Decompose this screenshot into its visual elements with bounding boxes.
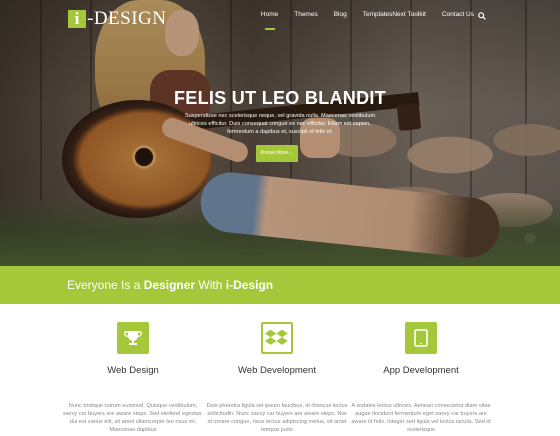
tablet-icon[interactable] bbox=[405, 322, 437, 354]
service-title: Web Design bbox=[107, 365, 159, 376]
site-logo[interactable]: i -DESIGN bbox=[68, 8, 167, 30]
service-web-design: Web Design Nunc tristique rutrum euismod… bbox=[58, 322, 208, 434]
search-icon[interactable] bbox=[478, 12, 486, 20]
tagline-text: Everyone Is a Designer With i-Design bbox=[67, 278, 273, 292]
tagline-plain: Everyone Is a bbox=[67, 278, 144, 292]
tagline-bold-designer: Designer bbox=[143, 278, 196, 292]
know-more-button[interactable]: Know More... bbox=[256, 145, 298, 162]
service-text: A sodales lectus ultrices. Aenean consec… bbox=[351, 403, 491, 433]
nav-item-themes[interactable]: Themes bbox=[286, 11, 325, 18]
service-title: Web Development bbox=[238, 365, 316, 376]
nav-item-toolkit[interactable]: TemplatesNext Toolkit bbox=[355, 11, 434, 18]
logo-text: -DESIGN bbox=[87, 8, 167, 29]
service-title: App Development bbox=[383, 365, 459, 376]
logo-mark: i bbox=[68, 10, 86, 28]
services-section: Web Design Nunc tristique rutrum euismod… bbox=[0, 304, 560, 436]
hero-text: Suspendisse nec scelerisque neque, vel g… bbox=[184, 113, 376, 135]
nav-item-home[interactable]: Home bbox=[253, 11, 286, 30]
service-text: Nunc tristique rutrum euismod. Quisque v… bbox=[62, 403, 204, 433]
tagline-bold-brand: i-Design bbox=[225, 278, 274, 292]
trophy-icon[interactable] bbox=[117, 322, 149, 354]
hero-slider: i -DESIGN Home Themes Blog TemplatesNext… bbox=[0, 0, 560, 266]
main-nav: Home Themes Blog TemplatesNext Toolkit C… bbox=[253, 11, 482, 30]
dropbox-icon[interactable] bbox=[261, 322, 293, 354]
service-text: Duis pharetra ligula vel ipsum faucibus,… bbox=[206, 403, 348, 433]
service-web-development: Web Development Duis pharetra ligula vel… bbox=[202, 322, 352, 434]
hero-title: FELIS UT LEO BLANDIT bbox=[174, 88, 386, 108]
nav-item-blog[interactable]: Blog bbox=[326, 11, 355, 18]
tagline-mid: With bbox=[195, 278, 226, 292]
nav-item-contact[interactable]: Contact Us bbox=[434, 11, 482, 18]
tagline-banner: Everyone Is a Designer With i-Design bbox=[0, 266, 560, 304]
service-app-development: App Development A sodales lectus ultrice… bbox=[346, 322, 496, 434]
